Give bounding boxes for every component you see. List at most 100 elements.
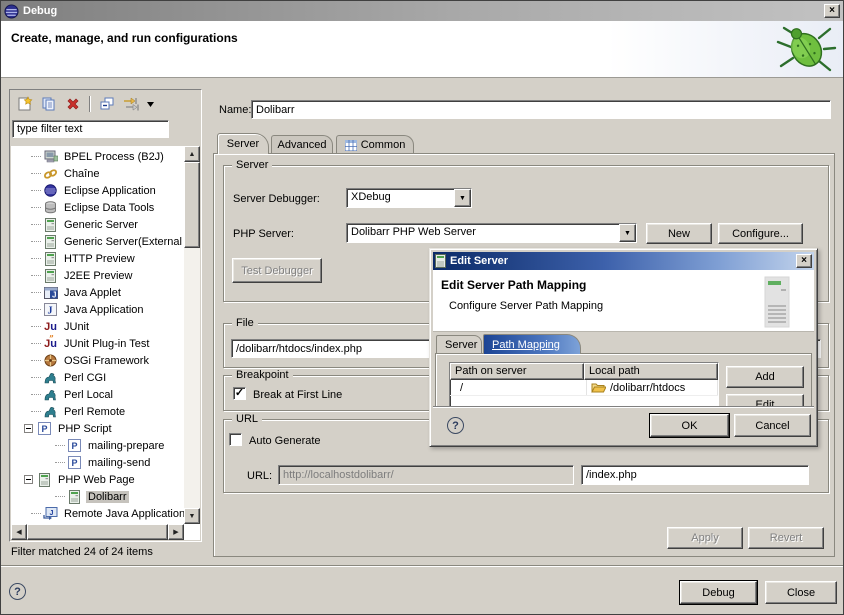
- collapse-box-icon[interactable]: [24, 475, 33, 484]
- scroll-right-button[interactable]: ▶: [168, 524, 184, 540]
- php-server-combo[interactable]: Dolibarr PHP Web Server ▼: [346, 223, 637, 243]
- ok-button[interactable]: OK: [650, 414, 729, 437]
- tree-item-eclipse-data-tools[interactable]: Eclipse Data Tools: [11, 199, 184, 216]
- server-icon: [37, 473, 52, 487]
- tree-item-java-applet[interactable]: JJava Applet: [11, 284, 184, 301]
- name-label: Name:: [219, 104, 251, 116]
- tree-item-generic-server-external-la[interactable]: Generic Server(External La: [11, 233, 184, 250]
- tree-connector: [55, 445, 65, 446]
- scroll-down-button[interactable]: ▼: [184, 508, 200, 524]
- server-icon: [43, 269, 58, 283]
- tree-item-mailing-send[interactable]: Pmailing-send: [11, 454, 184, 471]
- dialog-tab-server[interactable]: Server: [436, 335, 482, 354]
- tree-item-bpel-process-b2j-[interactable]: BPEL Process (B2J): [11, 148, 184, 165]
- tree-item-label: BPEL Process (B2J): [62, 151, 166, 163]
- tree-item-label: J2EE Preview: [62, 270, 134, 282]
- window-close-button[interactable]: ×: [824, 4, 840, 18]
- filter-input[interactable]: [12, 120, 169, 138]
- scroll-up-button[interactable]: ▲: [184, 146, 200, 162]
- dialog-tab-path-mapping[interactable]: Path Mapping: [483, 334, 581, 354]
- collapse-box-icon[interactable]: [24, 424, 33, 433]
- tree-connector: [31, 360, 41, 361]
- chevron-down-icon[interactable]: ▼: [619, 224, 636, 242]
- tree-item-j2ee-preview[interactable]: J2EE Preview: [11, 267, 184, 284]
- name-input[interactable]: [251, 100, 831, 119]
- local-path-cell: /dolibarr/htdocs: [587, 380, 718, 395]
- tree-item-java-application[interactable]: JJava Application: [11, 301, 184, 318]
- filter-status-text: Filter matched 24 of 24 items: [11, 546, 153, 558]
- tree-item-label: Eclipse Data Tools: [62, 202, 156, 214]
- debug-configurations-window: Debug × Create, manage, and run configur…: [0, 0, 844, 615]
- tree-item-perl-cgi[interactable]: Perl CGI: [11, 369, 184, 386]
- dialog-help-button[interactable]: ?: [447, 417, 464, 434]
- configure-button[interactable]: Configure...: [718, 223, 803, 244]
- vertical-scroll-thumb[interactable]: [184, 162, 200, 248]
- break-first-line-checkbox[interactable]: ✓: [233, 387, 246, 400]
- collapse-all-button[interactable]: [96, 93, 118, 115]
- tree-item-http-preview[interactable]: HTTP Preview: [11, 250, 184, 267]
- delete-button[interactable]: [62, 93, 84, 115]
- tree-item-dolibarr[interactable]: Dolibarr: [11, 488, 184, 505]
- folder-icon: [591, 382, 606, 393]
- revert-button[interactable]: Revert: [748, 527, 824, 549]
- url-path-input[interactable]: [581, 465, 809, 485]
- dialog-titlebar[interactable]: Edit Server ×: [433, 252, 814, 270]
- server-path-cell: /: [450, 380, 587, 395]
- tab-advanced[interactable]: Advanced: [271, 135, 333, 154]
- tree-item-remote-java-application[interactable]: JRemote Java Application: [11, 505, 184, 522]
- tree-item-junit[interactable]: JuJUnit: [11, 318, 184, 335]
- add-mapping-button[interactable]: Add: [726, 366, 804, 388]
- tree-connector: [31, 326, 41, 327]
- tree-vertical-scrollbar[interactable]: ▲ ▼: [184, 146, 200, 524]
- tree-item-label: Dolibarr: [86, 491, 129, 503]
- tree-connector: [31, 275, 41, 276]
- tree-item-label: Java Application: [62, 304, 146, 316]
- test-debugger-button[interactable]: Test Debugger: [232, 258, 322, 283]
- url-base-input[interactable]: [278, 465, 574, 485]
- svg-text:P: P: [42, 424, 48, 434]
- duplicate-button[interactable]: [38, 93, 60, 115]
- chevron-down-icon[interactable]: ▼: [454, 189, 471, 207]
- dialog-close-button[interactable]: ×: [796, 254, 812, 268]
- auto-generate-checkbox[interactable]: [229, 433, 242, 446]
- new-configuration-button[interactable]: [14, 93, 36, 115]
- window-titlebar[interactable]: Debug ×: [1, 1, 843, 21]
- filter-button[interactable]: [120, 93, 142, 115]
- close-button[interactable]: Close: [765, 581, 837, 604]
- tree-item-label: Chaîne: [62, 168, 101, 180]
- tree-item-eclipse-application[interactable]: Eclipse Application: [11, 182, 184, 199]
- dialog-header: Edit Server Path Mapping Configure Serve…: [433, 270, 814, 332]
- junit-plugin-icon: Ju»: [43, 337, 58, 351]
- tree-connector: [31, 377, 41, 378]
- tab-server[interactable]: Server: [217, 133, 269, 154]
- tab-common[interactable]: Common: [336, 135, 414, 154]
- server-debugger-combo[interactable]: XDebug ▼: [346, 188, 472, 208]
- debug-button[interactable]: Debug: [680, 581, 757, 604]
- tree-item-php-web-page[interactable]: PHP Web Page: [11, 471, 184, 488]
- mapping-column-header[interactable]: Path on server: [450, 363, 584, 380]
- path-mapping-table[interactable]: Path on serverLocal path //dolibarr/htdo…: [449, 362, 719, 410]
- cancel-button[interactable]: Cancel: [734, 414, 811, 437]
- tree-connector: [31, 173, 41, 174]
- tree-item-perl-remote[interactable]: Perl Remote: [11, 403, 184, 420]
- mapping-column-header[interactable]: Local path: [584, 363, 718, 380]
- tree-item-php-script[interactable]: PPHP Script: [11, 420, 184, 437]
- tree-item-perl-local[interactable]: Perl Local: [11, 386, 184, 403]
- tree-horizontal-scrollbar[interactable]: ◀ ▶: [11, 524, 184, 540]
- tree-item-generic-server[interactable]: Generic Server: [11, 216, 184, 233]
- tree-item-osgi-framework[interactable]: OSGi Framework: [11, 352, 184, 369]
- tree-item-junit-plug-in-test[interactable]: Ju»JUnit Plug-in Test: [11, 335, 184, 352]
- scroll-left-button[interactable]: ◀: [11, 524, 27, 540]
- horizontal-scroll-thumb[interactable]: [27, 524, 168, 540]
- svg-text:P: P: [72, 458, 78, 468]
- tree-connector: [31, 394, 41, 395]
- tree-item-label: HTTP Preview: [62, 253, 137, 265]
- tree-item-mailing-prepare[interactable]: Pmailing-prepare: [11, 437, 184, 454]
- tree-item-cha-ne[interactable]: Chaîne: [11, 165, 184, 182]
- toolbar-menu-button[interactable]: [144, 93, 156, 115]
- new-server-button[interactable]: New: [646, 223, 712, 244]
- apply-button[interactable]: Apply: [667, 527, 743, 549]
- help-button[interactable]: ?: [9, 583, 26, 600]
- mapping-row[interactable]: //dolibarr/htdocs: [450, 380, 718, 396]
- perl-icon: [43, 388, 58, 402]
